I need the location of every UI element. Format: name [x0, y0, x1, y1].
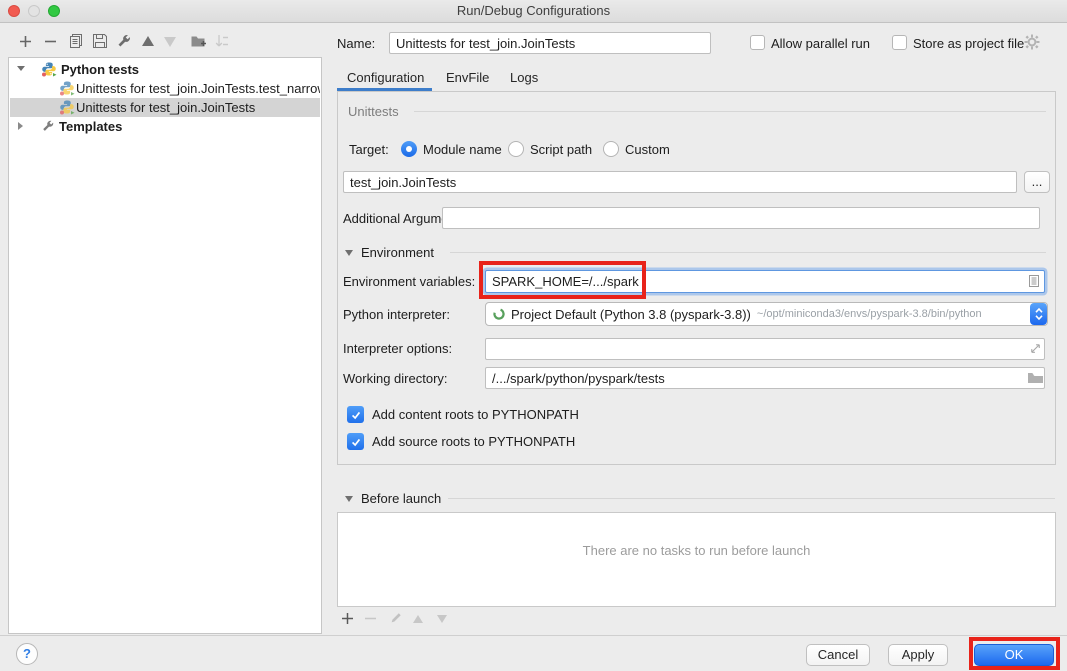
- before-launch-empty-text: There are no tasks to run before launch: [337, 543, 1056, 558]
- target-module-name-radio[interactable]: [401, 141, 417, 157]
- additional-arguments-input[interactable]: [442, 207, 1040, 229]
- tab-envfile[interactable]: EnvFile: [446, 70, 489, 85]
- run-debug-configurations-dialog: { "window": { "title": "Run/Debug Config…: [0, 0, 1067, 671]
- working-directory-label: Working directory:: [343, 371, 448, 386]
- tree-item-label: Python tests: [61, 62, 139, 77]
- folder-icon[interactable]: [1027, 370, 1044, 385]
- add-source-roots-label: Add source roots to PYTHONPATH: [372, 434, 575, 449]
- target-custom-label: Custom: [625, 142, 670, 157]
- tree-item-python-tests[interactable]: Python tests: [10, 60, 320, 79]
- python-test-icon: [59, 99, 75, 115]
- move-task-up-icon: [412, 614, 424, 624]
- add-configuration-icon[interactable]: [18, 34, 33, 49]
- environment-variables-input[interactable]: SPARK_HOME=/.../spark: [485, 270, 1045, 293]
- environment-variables-label: Environment variables:: [343, 274, 475, 289]
- title-bar: Run/Debug Configurations: [0, 0, 1067, 23]
- target-module-name-label: Module name: [423, 142, 502, 157]
- store-as-project-file-label: Store as project file: [913, 36, 1024, 51]
- environment-section-label[interactable]: Environment: [361, 245, 434, 260]
- allow-parallel-run-checkbox[interactable]: [750, 35, 765, 50]
- name-input[interactable]: Unittests for test_join.JoinTests: [389, 32, 711, 54]
- expand-field-icon[interactable]: [1028, 341, 1043, 356]
- add-content-roots-label: Add content roots to PYTHONPATH: [372, 407, 579, 422]
- group-divider: [414, 111, 1046, 112]
- footer-divider: [0, 635, 1067, 636]
- move-task-down-icon: [436, 614, 448, 624]
- python-interpreter-select[interactable]: Project Default (Python 3.8 (pyspark-3.8…: [485, 302, 1048, 326]
- python-tests-icon: [41, 61, 57, 77]
- add-source-roots-checkbox[interactable]: [347, 433, 364, 450]
- help-button[interactable]: ?: [16, 643, 38, 665]
- move-down-icon: [163, 36, 177, 48]
- environment-collapse-icon[interactable]: [345, 250, 353, 256]
- target-script-path-label: Script path: [530, 142, 592, 157]
- add-task-icon[interactable]: [341, 612, 354, 625]
- cancel-button[interactable]: Cancel: [806, 644, 870, 666]
- before-launch-collapse-icon[interactable]: [345, 496, 353, 502]
- combo-stepper-icon[interactable]: [1030, 303, 1047, 325]
- section-divider: [448, 498, 1055, 499]
- edit-task-pencil-icon: [389, 611, 403, 625]
- interpreter-options-label: Interpreter options:: [343, 341, 452, 356]
- tree-item-jointests-selected[interactable]: Unittests for test_join.JoinTests: [10, 98, 320, 117]
- templates-wrench-icon: [41, 119, 57, 135]
- gear-icon[interactable]: [1024, 34, 1040, 50]
- remove-configuration-icon[interactable]: [43, 34, 58, 49]
- python-interpreter-label: Python interpreter:: [343, 307, 450, 322]
- tab-configuration[interactable]: Configuration: [347, 70, 424, 85]
- section-divider: [450, 252, 1046, 253]
- before-launch-task-list[interactable]: [337, 512, 1056, 607]
- interpreter-options-input[interactable]: [485, 338, 1045, 360]
- expand-arrow-icon[interactable]: [16, 121, 26, 131]
- window-title: Run/Debug Configurations: [0, 3, 1067, 18]
- configurations-tree: Python tests Unittests for test_join.Joi…: [8, 57, 322, 634]
- tree-item-label: Templates: [59, 119, 122, 134]
- target-custom-radio[interactable]: [603, 141, 619, 157]
- target-script-path-radio[interactable]: [508, 141, 524, 157]
- save-configuration-icon[interactable]: [92, 33, 108, 49]
- collapse-arrow-icon[interactable]: [16, 63, 26, 73]
- conda-env-icon: [492, 307, 506, 321]
- tree-item-test-narrow[interactable]: Unittests for test_join.JoinTests.test_n…: [10, 79, 320, 98]
- store-as-project-file-checkbox[interactable]: [892, 35, 907, 50]
- move-up-icon[interactable]: [141, 35, 155, 47]
- env-vars-list-icon[interactable]: [1026, 273, 1042, 289]
- browse-button[interactable]: ...: [1024, 171, 1050, 193]
- sort-configurations-icon: [214, 33, 230, 49]
- interpreter-path: ~/opt/miniconda3/envs/pyspark-3.8/bin/py…: [757, 308, 982, 320]
- apply-button[interactable]: Apply: [888, 644, 948, 666]
- target-label: Target:: [349, 142, 389, 157]
- allow-parallel-run-label: Allow parallel run: [771, 36, 870, 51]
- ok-button[interactable]: OK: [974, 644, 1054, 666]
- unittests-group-title: Unittests: [348, 104, 399, 119]
- target-input[interactable]: test_join.JoinTests: [343, 171, 1017, 193]
- working-directory-input[interactable]: /.../spark/python/pyspark/tests: [485, 367, 1045, 389]
- tree-item-label: Unittests for test_join.JoinTests: [76, 100, 255, 115]
- edit-templates-wrench-icon[interactable]: [116, 33, 132, 49]
- name-label: Name:: [337, 36, 375, 51]
- before-launch-section-label[interactable]: Before launch: [361, 491, 441, 506]
- tree-item-templates[interactable]: Templates: [10, 117, 320, 136]
- add-content-roots-checkbox[interactable]: [347, 406, 364, 423]
- tree-item-label: Unittests for test_join.JoinTests.test_n…: [76, 81, 320, 96]
- copy-configuration-icon[interactable]: [68, 33, 84, 49]
- new-folder-icon[interactable]: [190, 33, 207, 49]
- remove-task-icon: [364, 612, 377, 625]
- tab-logs[interactable]: Logs: [510, 70, 538, 85]
- python-test-icon: [59, 80, 75, 96]
